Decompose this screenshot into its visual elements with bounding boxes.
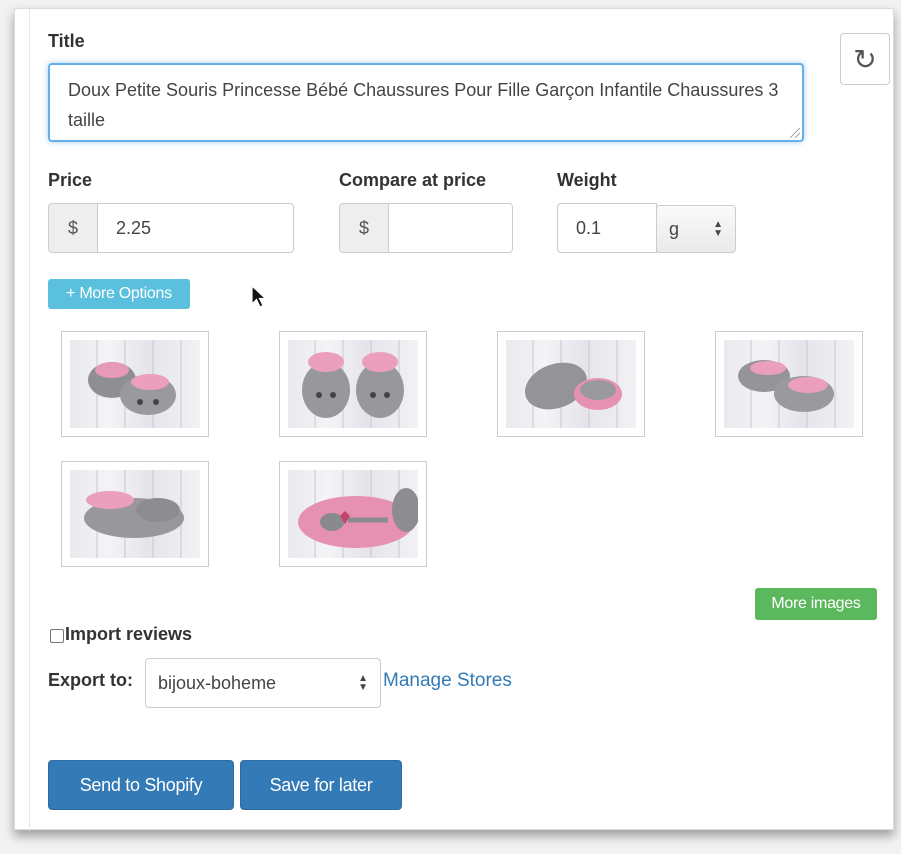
product-image-thumb-6[interactable]	[279, 461, 427, 567]
product-image-thumb-5[interactable]	[61, 461, 209, 567]
import-reviews-label: Import reviews	[65, 624, 193, 644]
product-image-thumb-2[interactable]	[279, 331, 427, 437]
product-import-panel: Title Doux Petite Souris Princesse Bébé …	[14, 8, 894, 831]
compare-currency-addon: $	[339, 203, 388, 253]
price-input[interactable]: 2.25	[97, 203, 294, 253]
product-image-thumb-1[interactable]	[61, 331, 209, 437]
resize-handle-icon[interactable]	[790, 128, 800, 138]
price-input-group: $ 2.25	[48, 203, 294, 253]
title-text: Doux Petite Souris Princesse Bébé Chauss…	[68, 80, 779, 130]
baby-shoe-inside-photo	[70, 470, 200, 558]
weight-label: Weight	[557, 170, 617, 190]
title-label: Title	[48, 31, 85, 51]
panel-divider	[29, 9, 30, 831]
weight-unit-value: g	[669, 218, 680, 239]
weight-unit-select[interactable]: g ▲ ▼	[656, 205, 736, 253]
baby-shoe-side-photo	[506, 340, 636, 428]
send-to-shopify-button[interactable]: Send to Shopify	[48, 760, 234, 810]
select-arrows-icon: ▲ ▼	[713, 219, 723, 239]
product-image-thumb-3[interactable]	[497, 331, 645, 437]
weight-input[interactable]: 0.1	[557, 203, 657, 253]
select-arrows-icon: ▲ ▼	[358, 673, 368, 693]
export-to-label: Export to:	[48, 670, 133, 690]
more-images-button[interactable]: More images	[755, 588, 877, 620]
baby-shoes-pair-photo	[70, 340, 200, 428]
more-options-button[interactable]: + More Options	[48, 279, 190, 309]
store-select-value: bijoux-boheme	[158, 672, 277, 693]
price-currency-addon: $	[48, 203, 97, 253]
product-image-thumb-4[interactable]	[715, 331, 863, 437]
baby-shoe-sole-photo	[288, 470, 418, 558]
compare-price-label: Compare at price	[339, 170, 487, 190]
store-select[interactable]: bijoux-boheme ▲ ▼	[145, 658, 381, 708]
compare-price-input-group: $	[339, 203, 513, 253]
refresh-button[interactable]: ↻	[840, 33, 890, 85]
manage-stores-link[interactable]: Manage Stores	[383, 670, 512, 692]
refresh-icon: ↻	[853, 42, 877, 76]
mouse-cursor-icon	[251, 285, 267, 308]
compare-price-input[interactable]	[388, 203, 513, 253]
title-textarea[interactable]: Doux Petite Souris Princesse Bébé Chauss…	[48, 63, 804, 142]
baby-shoes-angle-photo	[724, 340, 854, 428]
price-label: Price	[48, 170, 93, 190]
import-reviews-checkbox[interactable]	[50, 629, 64, 643]
baby-shoes-front-photo	[288, 340, 418, 428]
save-for-later-button[interactable]: Save for later	[240, 760, 402, 810]
